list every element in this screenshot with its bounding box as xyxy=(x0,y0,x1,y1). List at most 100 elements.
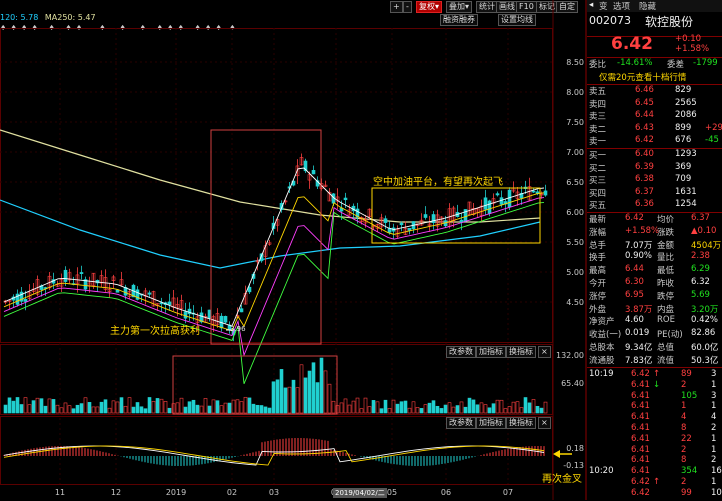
vol-switch-indicator-button[interactable]: 换指标 xyxy=(506,346,536,358)
tick-count: 1 xyxy=(711,401,717,412)
macd-add-indicator-button[interactable]: 加指标 xyxy=(476,417,506,429)
volume-bar xyxy=(135,402,140,414)
panel-scroll-icon[interactable]: ◂ xyxy=(589,0,593,10)
tick-price: 6.41 xyxy=(631,401,650,412)
volume-bar xyxy=(483,404,488,414)
date-axis: 11122019020304050607 xyxy=(55,488,513,497)
tick-volume: 22 xyxy=(681,433,692,444)
platform-annotation: 空中加油平台，有望再次起飞 xyxy=(373,177,503,188)
volume-bar xyxy=(199,405,204,414)
candle-body xyxy=(383,218,388,223)
bid-row: 买一 6.40 1293 xyxy=(587,149,722,162)
stat-label: 今开 xyxy=(589,279,607,289)
volume-bar xyxy=(215,400,220,414)
macd-tick-label: 0.18 xyxy=(566,444,584,453)
tick-volume: 8 xyxy=(681,455,687,466)
volume-bar xyxy=(291,379,296,414)
volume-bar xyxy=(67,405,72,414)
ask-volume: 899 xyxy=(675,122,692,133)
volume-bar xyxy=(239,401,244,414)
volume-bars xyxy=(3,357,548,414)
panel-hide-button[interactable]: 隐藏 xyxy=(639,0,656,12)
bid-level-label: 买二 xyxy=(589,163,607,174)
ask-change: +29 xyxy=(705,122,722,133)
volume-bar xyxy=(195,404,200,414)
price-tick-label: 6.00 xyxy=(566,208,584,217)
price-change: +0.10 xyxy=(675,34,702,44)
volume-bar xyxy=(375,401,380,414)
stat-label: 跌停 xyxy=(657,291,675,302)
stat-value: 3.20万 xyxy=(691,304,719,315)
ratio-value: -14.61% xyxy=(617,58,653,68)
tick-price: 6.41 xyxy=(631,423,650,433)
candle-body xyxy=(495,193,500,196)
golden-cross-arrowhead xyxy=(553,450,560,458)
volume-bar xyxy=(167,407,172,414)
ask-level-label: 卖二 xyxy=(589,124,607,135)
volume-bar xyxy=(143,408,148,414)
bid-level-label: 买三 xyxy=(589,176,607,186)
panel-transform-button[interactable]: 变 xyxy=(599,0,608,12)
stat-label: 外盘 xyxy=(589,304,607,315)
volume-bar xyxy=(463,406,468,414)
stat-row: 总股本 9.34亿 总值 60.0亿 xyxy=(587,341,722,354)
volume-axis: 132.00 65.40 xyxy=(556,351,584,388)
candle-body xyxy=(423,214,428,218)
volume-bar xyxy=(151,401,156,414)
stat-row: 今开 6.30 昨收 6.32 xyxy=(587,277,722,290)
volume-bar xyxy=(315,382,320,414)
volume-bar xyxy=(431,400,436,414)
stat-row: 涨幅 +1.58% 涨跌 ▲0.10 xyxy=(587,226,722,239)
macd-close-button[interactable]: × xyxy=(538,417,551,429)
volume-bar xyxy=(251,403,256,414)
candle-body xyxy=(507,189,512,208)
promo-link[interactable]: 仅需20元查看十档行情 xyxy=(587,71,722,84)
vol-params-button[interactable]: 改参数 xyxy=(446,346,476,358)
tick-price: 6.42 xyxy=(631,369,650,379)
ask-level-label: 卖五 xyxy=(589,87,607,97)
volume-bar xyxy=(51,399,56,414)
candle-body xyxy=(483,197,488,210)
stat-row: 最新 6.42 均价 6.37 xyxy=(587,213,722,226)
volume-bar xyxy=(511,401,516,414)
stat-value: 60.0亿 xyxy=(691,343,719,353)
macd-switch-indicator-button[interactable]: 换指标 xyxy=(506,417,536,429)
stat-label: 涨跌 xyxy=(657,227,675,238)
volume-bar xyxy=(367,406,372,414)
candle-body xyxy=(115,289,120,293)
vol-close-button[interactable]: × xyxy=(538,346,551,358)
volume-bar xyxy=(331,400,336,414)
order-ratio-row: 委比 -14.61% 委差 -1799 xyxy=(587,58,722,71)
stat-row: 最高 6.44 最低 6.29 xyxy=(587,264,722,277)
volume-bar xyxy=(83,397,88,414)
volume-bar xyxy=(255,404,260,414)
tick-volume: 2 xyxy=(681,477,687,487)
volume-bar xyxy=(539,407,544,414)
tick-price: 6.41 xyxy=(631,390,650,401)
volume-bar xyxy=(499,399,504,414)
stat-label: 总股本 xyxy=(589,343,615,353)
stock-name: 软控股份 xyxy=(645,15,694,29)
ask-volume: 2565 xyxy=(675,97,697,108)
date-tick-label: 05 xyxy=(387,488,397,497)
stat-label: 换手 xyxy=(589,253,607,264)
candle-body xyxy=(343,197,348,201)
vol-add-indicator-button[interactable]: 加指标 xyxy=(476,346,506,358)
volume-bar xyxy=(63,402,68,414)
volume-bar xyxy=(43,405,48,414)
tick-row: 6.42 99 10 xyxy=(587,488,722,501)
tick-volume: 105 xyxy=(681,390,698,401)
macd-params-button[interactable]: 改参数 xyxy=(446,417,476,429)
tick-arrow: ↑ xyxy=(653,477,661,487)
panel-options-button[interactable]: 选项 xyxy=(613,0,630,12)
price-change-pct: +1.58% xyxy=(675,44,710,54)
volume-tick-label: 65.40 xyxy=(561,379,584,388)
price-tick-label: 7.00 xyxy=(566,148,584,157)
ask-row: 卖三 6.44 2086 xyxy=(587,110,722,123)
date-tick-label: 11 xyxy=(55,488,65,497)
bid-volume: 1631 xyxy=(675,186,697,197)
volume-bar xyxy=(351,400,356,414)
volume-bar xyxy=(311,362,316,414)
golden-cross-annotation: 再次金叉 xyxy=(542,474,582,485)
tick-count: 10 xyxy=(711,487,722,498)
